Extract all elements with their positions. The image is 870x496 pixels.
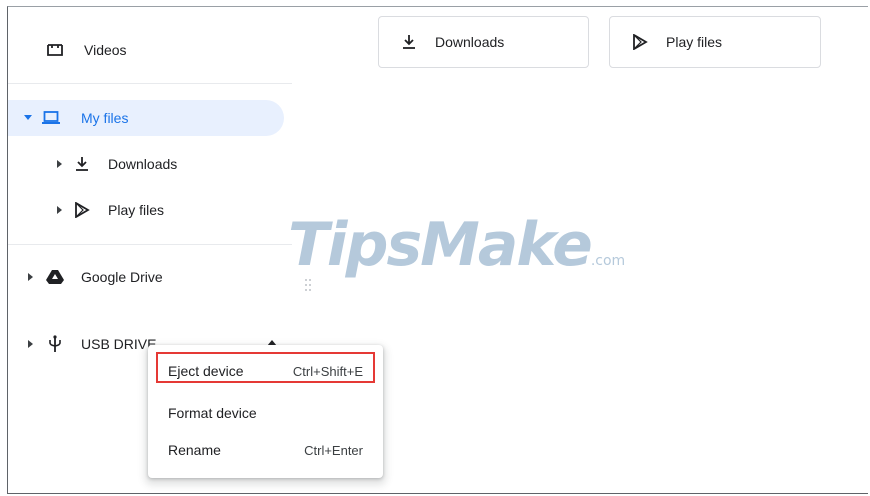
sidebar-item-usb-drive[interactable]: USB DRIVE	[25, 324, 277, 364]
sidebar-item-google-drive[interactable]: Google Drive	[25, 257, 163, 297]
collapse-arrow-icon[interactable]	[25, 272, 35, 282]
laptop-icon	[39, 106, 63, 130]
context-menu: Eject device Ctrl+Shift+E Format device …	[148, 345, 383, 478]
download-icon	[70, 152, 94, 176]
google-drive-icon	[43, 265, 67, 289]
collapse-arrow-icon[interactable]	[54, 159, 64, 169]
sidebar-item-play-files[interactable]: Play files	[54, 190, 164, 230]
menu-item-shortcut: Ctrl+Enter	[304, 442, 363, 458]
sidebar-item-my-files[interactable]: My files	[23, 98, 128, 138]
sidebar-item-label: Play files	[108, 202, 165, 218]
menu-item-label: Rename	[168, 442, 221, 458]
sidebar-item-label: My files	[81, 110, 129, 126]
download-icon	[397, 30, 421, 54]
sidebar-item-label: Downloads	[108, 156, 178, 172]
videos-icon	[43, 38, 67, 62]
divider	[8, 244, 292, 245]
play-store-icon	[70, 198, 94, 222]
menu-item-rename[interactable]: Rename Ctrl+Enter	[148, 432, 383, 468]
tile-play-files[interactable]: Play files	[609, 16, 821, 68]
sidebar-item-videos[interactable]: Videos	[43, 30, 127, 70]
usb-icon	[43, 332, 67, 356]
watermark-suffix: .com	[590, 253, 626, 269]
watermark: TipsMake.com	[288, 210, 625, 280]
tile-downloads[interactable]: Downloads	[378, 16, 589, 68]
play-store-icon	[628, 30, 652, 54]
watermark-text: TipsMake	[288, 210, 593, 280]
expand-arrow-icon[interactable]	[23, 113, 33, 123]
tile-label: Play files	[666, 34, 723, 50]
sidebar-item-downloads[interactable]: Downloads	[54, 144, 177, 184]
sidebar-item-label: Videos	[84, 42, 127, 58]
resize-handle-icon[interactable]	[304, 278, 312, 292]
sidebar-item-label: Google Drive	[81, 269, 163, 285]
menu-item-label: Format device	[168, 405, 257, 421]
collapse-arrow-icon[interactable]	[54, 205, 64, 215]
divider	[8, 83, 292, 84]
menu-item-format-device[interactable]: Format device	[148, 395, 383, 431]
tile-label: Downloads	[435, 34, 505, 50]
annotation-highlight-box	[156, 352, 375, 383]
sidebar-item-label: USB DRIVE	[81, 336, 157, 352]
collapse-arrow-icon[interactable]	[25, 339, 35, 349]
